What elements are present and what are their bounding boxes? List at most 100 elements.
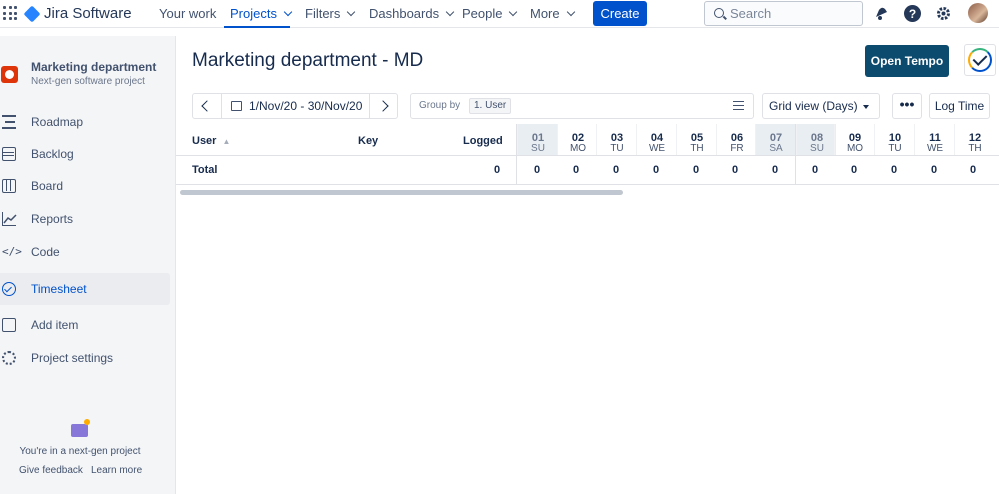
settings-gear-icon[interactable] (935, 5, 952, 22)
day-header: 10 TU (874, 124, 914, 155)
sidebar-item-roadmap[interactable]: Roadmap (0, 106, 170, 138)
sort-icon: ▲ (222, 137, 231, 146)
day-header: 12 TH (954, 124, 994, 155)
search-icon (714, 8, 724, 18)
nav-dashboards[interactable]: Dashboards (369, 6, 455, 21)
chevron-down-icon (566, 7, 575, 17)
total-row-divider (176, 184, 999, 185)
project-name[interactable]: Marketing department (31, 60, 156, 74)
day-name: FR (730, 143, 744, 154)
day-header: 03 TU (596, 124, 636, 155)
page-title: Marketing department - MD (192, 50, 424, 71)
previous-period-button[interactable] (193, 94, 221, 118)
day-total-cell[interactable]: 0 (931, 164, 937, 176)
nav-more[interactable]: More (530, 6, 575, 21)
search-placeholder: Search (730, 6, 772, 21)
day-total-cell[interactable]: 0 (891, 164, 897, 176)
divider (221, 94, 222, 118)
day-name: TH (968, 143, 982, 154)
nav-filters[interactable]: Filters (305, 6, 356, 21)
day-name: SA (769, 143, 783, 154)
main-content: Marketing department - MD Open Tempo 1/N… (176, 36, 999, 494)
backlog-icon (2, 147, 16, 161)
create-button[interactable]: Create (593, 1, 647, 26)
total-logged: 0 (494, 164, 501, 176)
sidebar-item-add-item[interactable]: Add item (0, 309, 170, 341)
sidebar-item-label: Code (31, 245, 60, 259)
next-period-button[interactable] (371, 94, 399, 118)
chevron-down-icon (347, 7, 356, 17)
help-icon[interactable]: ? (904, 5, 921, 22)
gear-icon (2, 351, 16, 365)
header-row-divider (176, 155, 999, 156)
calendar-icon[interactable] (231, 101, 242, 111)
grid-view-select[interactable]: Grid view (Days) (762, 93, 880, 119)
project-avatar[interactable] (1, 66, 18, 83)
day-total-cell[interactable]: 0 (970, 164, 976, 176)
day-total-cell[interactable]: 0 (534, 164, 540, 176)
header-label: User (192, 135, 217, 147)
day-total-cell[interactable]: 0 (693, 164, 699, 176)
tempo-check-icon (968, 48, 992, 72)
day-header: 07 SA (755, 124, 795, 155)
date-range-value[interactable]: 1/Nov/20 - 30/Nov/20 (249, 99, 362, 113)
log-time-button[interactable]: Log Time (929, 93, 990, 119)
menu-icon[interactable] (733, 101, 744, 110)
chevron-down-icon (509, 7, 518, 17)
column-header-key[interactable]: Key (358, 135, 378, 147)
reports-icon (2, 212, 17, 226)
notifications-icon[interactable] (873, 5, 890, 22)
column-header-logged[interactable]: Logged (463, 135, 503, 147)
sidebar-item-label: Board (31, 179, 64, 193)
caret-down-icon (863, 105, 869, 109)
divider (369, 94, 370, 118)
open-tempo-button[interactable]: Open Tempo (865, 45, 949, 77)
day-header: 08 SU (796, 124, 836, 155)
search-input[interactable]: Search (704, 1, 863, 26)
jira-logo[interactable]: Jira Software (23, 5, 132, 22)
sidebar-item-board[interactable]: Board (0, 170, 170, 202)
nav-label: Projects (230, 6, 277, 21)
horizontal-scrollbar[interactable] (180, 190, 623, 195)
app-switcher-icon[interactable] (3, 6, 17, 20)
day-total-cell[interactable]: 0 (851, 164, 857, 176)
nav-projects[interactable]: Projects (230, 6, 293, 21)
nav-your-work[interactable]: Your work (159, 6, 216, 21)
day-total-cell[interactable]: 0 (772, 164, 778, 176)
sidebar-item-timesheet[interactable]: Timesheet (0, 273, 170, 305)
learn-more-link[interactable]: Learn more (91, 465, 142, 476)
active-nav-indicator (224, 26, 290, 28)
sidebar-item-backlog[interactable]: Backlog (0, 138, 170, 170)
day-total-cell[interactable]: 0 (653, 164, 659, 176)
day-name: WE (648, 143, 666, 154)
more-options-button[interactable]: ••• (892, 93, 922, 119)
day-name: WE (926, 143, 944, 154)
sidebar-item-label: Backlog (31, 147, 74, 161)
day-header: 05 TH (676, 124, 716, 155)
sidebar-item-project-settings[interactable]: Project settings (0, 342, 170, 374)
group-by-chip[interactable]: 1. User (469, 98, 512, 114)
timesheet-icon (2, 282, 16, 296)
day-total-cell[interactable]: 0 (613, 164, 619, 176)
give-feedback-link[interactable]: Give feedback (19, 465, 83, 476)
day-total-cell[interactable]: 0 (573, 164, 579, 176)
sidebar-item-reports[interactable]: Reports (0, 203, 170, 235)
top-navigation: Jira Software Your work Projects Filters… (0, 0, 999, 28)
chevron-down-icon (445, 7, 455, 17)
logo-text: Jira Software (44, 5, 132, 22)
sidebar-item-label: Timesheet (31, 282, 87, 296)
day-name: TH (690, 143, 704, 154)
group-by-label: Group by (419, 100, 461, 111)
column-header-user[interactable]: User ▲ (192, 135, 230, 147)
nav-people[interactable]: People (462, 6, 518, 21)
day-total-cell[interactable]: 0 (812, 164, 818, 176)
day-total-cell[interactable]: 0 (732, 164, 738, 176)
group-by-field[interactable]: Group by 1. User (410, 93, 754, 119)
nav-label: More (530, 6, 560, 21)
user-avatar[interactable] (968, 3, 988, 23)
sidebar-item-code[interactable]: </> Code (0, 236, 170, 268)
jira-logo-icon (23, 5, 41, 22)
day-name: MO (846, 143, 864, 154)
tempo-status-button[interactable] (964, 44, 996, 76)
day-header: 04 WE (636, 124, 676, 155)
